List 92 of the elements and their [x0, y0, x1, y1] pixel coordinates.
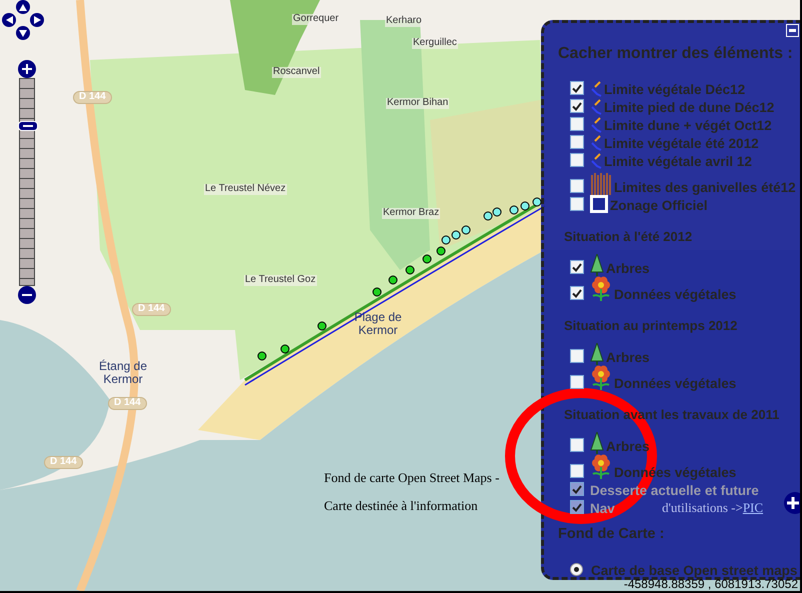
map-label: Kerharo — [385, 16, 423, 26]
layer-checkbox[interactable] — [570, 135, 584, 149]
layer-label[interactable]: Données végétales — [614, 376, 736, 391]
layer-label[interactable]: Arbres — [606, 350, 650, 365]
tree-marker[interactable] — [406, 266, 414, 274]
minus-icon — [22, 294, 32, 296]
layer-checkbox[interactable] — [570, 286, 584, 300]
arrow-left-icon — [6, 16, 12, 24]
fence-icon — [590, 173, 612, 195]
group-heading: Situation au printemps 2012 — [564, 318, 738, 333]
map-label: Gorrequer — [292, 14, 340, 24]
map-note: Fond de carte Open Street Maps - — [324, 470, 500, 486]
vegetation-marker[interactable] — [510, 206, 518, 214]
road-label: D 144 — [132, 303, 171, 316]
vegetation-marker[interactable] — [462, 226, 470, 234]
layer-checkbox[interactable] — [570, 99, 584, 113]
pencil-line-icon — [590, 81, 602, 97]
flower-icon — [590, 365, 612, 391]
arrow-up-icon — [19, 4, 27, 10]
vegetation-marker[interactable] — [492, 208, 502, 216]
vegetation-marker[interactable] — [484, 212, 492, 220]
tree-icon — [590, 343, 604, 365]
layer-checkbox[interactable] — [570, 153, 584, 167]
layer-checkbox[interactable] — [570, 117, 584, 131]
map-label: Kermor Braz — [382, 208, 440, 218]
mouse-coordinates: -458948.88359 , 6081913.73052 — [624, 577, 798, 591]
base-layer-radio[interactable] — [570, 563, 583, 576]
vegetation-marker[interactable] — [520, 202, 530, 210]
layer-label[interactable]: Limite dune + végét Oct12 — [604, 118, 772, 133]
pencil-line-icon — [590, 153, 602, 169]
map-label: Plage de Kermor — [353, 311, 403, 336]
road-label: D 144 — [73, 91, 112, 104]
layer-label[interactable]: Limite végétale été 2012 — [604, 136, 759, 151]
tree-icon — [590, 254, 604, 276]
layer-label[interactable]: Limites des ganivelles été12 — [614, 180, 796, 195]
tree-marker[interactable] — [280, 344, 290, 354]
plus-icon — [22, 64, 32, 74]
vegetation-marker[interactable] — [532, 198, 542, 206]
tree-marker[interactable] — [422, 254, 432, 264]
base-layer-label[interactable]: Carte de base Open street maps — [591, 563, 798, 578]
layer-checkbox[interactable] — [570, 375, 584, 389]
terms-note: d'utilisations ->PIC — [662, 500, 764, 516]
square-icon — [590, 195, 608, 213]
map-note: Carte destinée à l'information — [324, 498, 479, 514]
map-label: Kerguillec — [412, 38, 458, 48]
layer-label[interactable]: Zonage Officiel — [610, 198, 708, 213]
map-label: Kermor Bihan — [386, 98, 450, 108]
minimize-button[interactable] — [786, 24, 799, 37]
layer-label[interactable]: Limite végétale avril 12 — [604, 154, 752, 169]
map-label: Étang de Kermor — [98, 360, 148, 386]
minus-icon — [23, 125, 33, 127]
pic-link[interactable]: PIC — [742, 500, 764, 515]
check-icon — [572, 288, 582, 298]
vegetation-marker[interactable] — [442, 236, 450, 244]
slider-thumb[interactable] — [18, 121, 38, 131]
pencil-line-icon — [590, 99, 602, 115]
road-label: D 144 — [44, 456, 83, 468]
layer-label[interactable]: Données végétales — [614, 287, 736, 302]
layer-checkbox[interactable] — [570, 197, 584, 211]
minus-icon — [789, 29, 796, 32]
panel-title: Cacher montrer des éléments : — [558, 45, 794, 63]
tree-marker[interactable] — [372, 288, 382, 296]
tree-marker[interactable] — [258, 352, 266, 360]
check-icon — [572, 262, 582, 272]
tree-icon — [590, 432, 604, 454]
road-label: D 144 — [108, 397, 147, 410]
tree-marker[interactable] — [388, 276, 398, 284]
flower-icon — [590, 276, 612, 302]
layer-checkbox[interactable] — [570, 260, 584, 274]
map-label: Le Treustel Névez — [204, 184, 287, 194]
layer-checkbox[interactable] — [570, 464, 584, 478]
layer-label[interactable]: Limite pied de dune Déc12 — [604, 100, 774, 115]
group-heading: Situation à l'été 2012 — [564, 229, 694, 244]
zoom-slider[interactable] — [19, 78, 35, 286]
layer-checkbox[interactable] — [570, 81, 584, 95]
pencil-line-icon — [590, 117, 602, 133]
flower-icon — [590, 454, 612, 480]
plus-icon — [787, 497, 799, 509]
pencil-line-icon — [590, 135, 602, 151]
map-label: Le Treustel Goz — [244, 275, 317, 286]
tree-marker[interactable] — [436, 246, 446, 256]
arrow-down-icon — [19, 30, 27, 36]
arrow-right-icon — [34, 16, 40, 24]
layer-checkbox[interactable] — [570, 349, 584, 363]
layer-checkbox[interactable] — [570, 179, 584, 193]
map-label: Roscanvel — [272, 67, 321, 78]
layer-label[interactable]: Limite végétale Déc12 — [604, 82, 746, 97]
layer-label[interactable]: Arbres — [606, 261, 650, 276]
tree-marker[interactable] — [318, 322, 326, 330]
vegetation-marker[interactable] — [452, 230, 460, 240]
layer-checkbox[interactable] — [570, 438, 584, 452]
base-layer-heading: Fond de Carte : — [558, 526, 666, 542]
